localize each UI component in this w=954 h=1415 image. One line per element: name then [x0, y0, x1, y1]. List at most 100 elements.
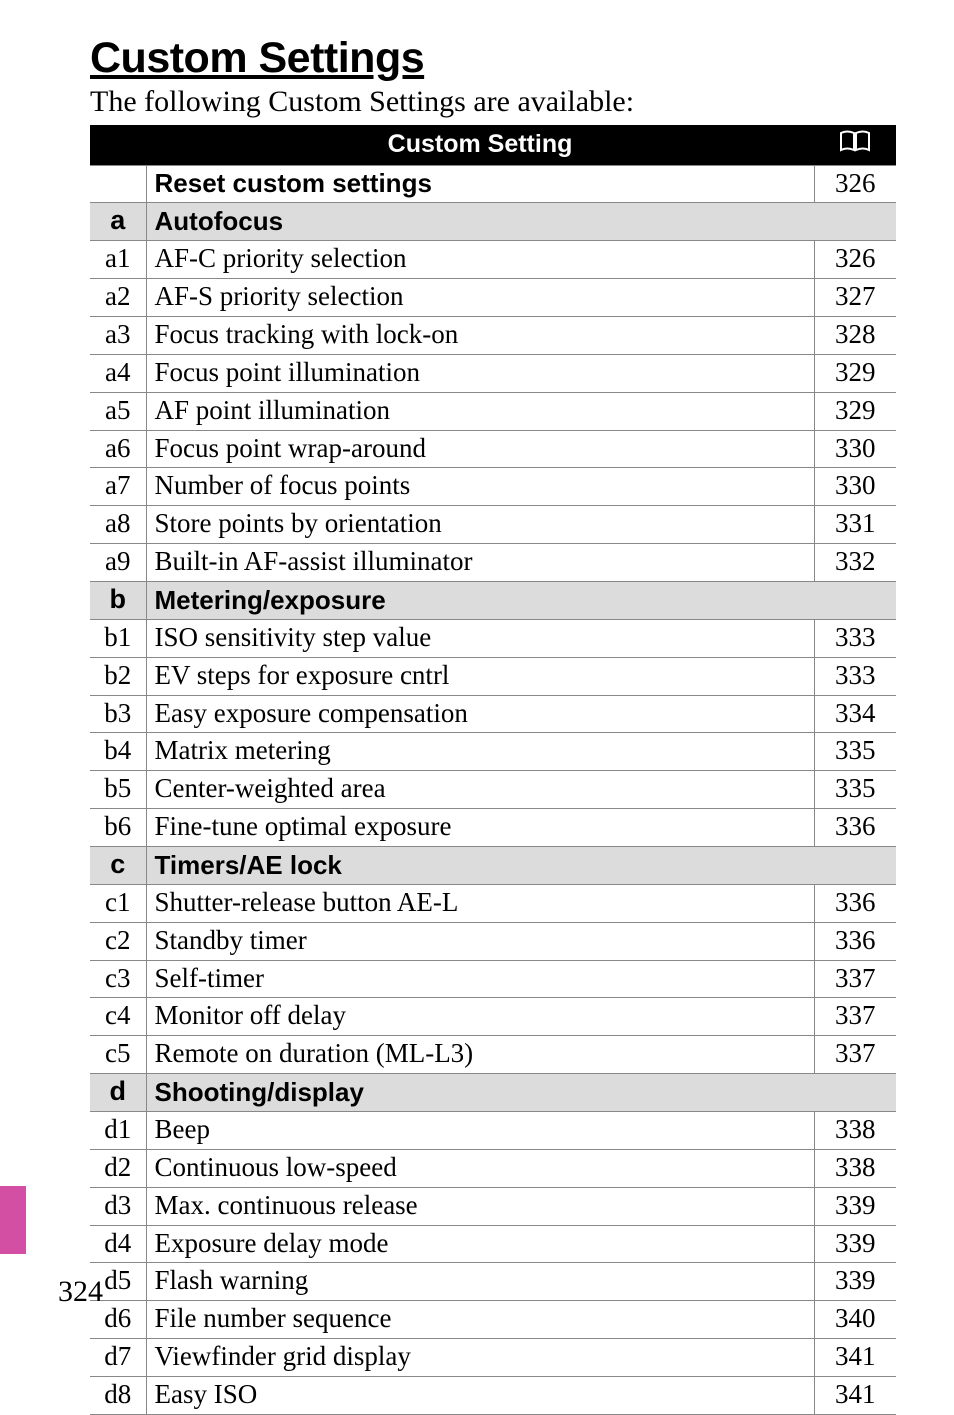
table-row: b2EV steps for exposure cntrl333	[90, 657, 896, 695]
row-label: EV steps for exposure cntrl	[146, 657, 814, 695]
table-row: a1AF-C priority selection326	[90, 241, 896, 279]
table-row: a6Focus point wrap-around330	[90, 430, 896, 468]
section-code: a	[90, 203, 146, 241]
row-label: Monitor off delay	[146, 998, 814, 1036]
reset-page: 326	[814, 165, 896, 203]
table-row: d2Continuous low-speed338	[90, 1149, 896, 1187]
table-row: d7Viewfinder grid display341	[90, 1339, 896, 1377]
row-code: a6	[90, 430, 146, 468]
table-row: c1Shutter-release button AE-L336	[90, 884, 896, 922]
row-page: 341	[814, 1339, 896, 1377]
row-page: 327	[814, 279, 896, 317]
table-row: b4Matrix metering335	[90, 733, 896, 771]
row-page: 336	[814, 809, 896, 847]
row-page: 335	[814, 733, 896, 771]
section-row: cTimers/AE lock	[90, 846, 896, 884]
row-page: 337	[814, 960, 896, 998]
row-page: 333	[814, 619, 896, 657]
table-row: b6Fine-tune optimal exposure336	[90, 809, 896, 847]
row-page: 335	[814, 771, 896, 809]
table-row: a5AF point illumination329	[90, 392, 896, 430]
section-code: c	[90, 846, 146, 884]
table-row: d1Beep338	[90, 1111, 896, 1149]
row-page: 329	[814, 354, 896, 392]
row-page: 330	[814, 468, 896, 506]
section-code: b	[90, 581, 146, 619]
row-label: Easy ISO	[146, 1377, 814, 1415]
row-code: d2	[90, 1149, 146, 1187]
row-page: 329	[814, 392, 896, 430]
row-page: 336	[814, 922, 896, 960]
row-label: Number of focus points	[146, 468, 814, 506]
row-label: ISO sensitivity step value	[146, 619, 814, 657]
settings-table: Custom SettingReset custom settings326aA…	[90, 125, 896, 1415]
row-label: Remote on duration (ML-L3)	[146, 1036, 814, 1074]
row-code: b3	[90, 695, 146, 733]
side-color-tab	[0, 1186, 26, 1254]
table-row: c4Monitor off delay337	[90, 998, 896, 1036]
row-page: 341	[814, 1377, 896, 1415]
header-page-icon	[814, 125, 896, 165]
row-label: Exposure delay mode	[146, 1225, 814, 1263]
row-code: d7	[90, 1339, 146, 1377]
row-label: Flash warning	[146, 1263, 814, 1301]
section-row: aAutofocus	[90, 203, 896, 241]
section-code: d	[90, 1074, 146, 1112]
row-page: 337	[814, 1036, 896, 1074]
row-label: File number sequence	[146, 1301, 814, 1339]
row-code: a2	[90, 279, 146, 317]
row-code: d4	[90, 1225, 146, 1263]
row-label: Standby timer	[146, 922, 814, 960]
section-label: Timers/AE lock	[146, 846, 896, 884]
row-code: d1	[90, 1111, 146, 1149]
page-title: Custom Settings	[90, 34, 896, 83]
page-number: 324	[58, 1275, 103, 1309]
row-code: b6	[90, 809, 146, 847]
row-page: 331	[814, 506, 896, 544]
table-row: a9Built-in AF-assist illuminator332	[90, 544, 896, 582]
row-label: Focus point illumination	[146, 354, 814, 392]
table-row: c3Self-timer337	[90, 960, 896, 998]
table-row: a4Focus point illumination329	[90, 354, 896, 392]
row-code: c4	[90, 998, 146, 1036]
row-label: Max. continuous release	[146, 1187, 814, 1225]
row-code: a8	[90, 506, 146, 544]
row-label: AF-C priority selection	[146, 241, 814, 279]
row-page: 338	[814, 1149, 896, 1187]
table-row: b1ISO sensitivity step value333	[90, 619, 896, 657]
row-label: Easy exposure compensation	[146, 695, 814, 733]
section-row: dShooting/display	[90, 1074, 896, 1112]
row-code: c1	[90, 884, 146, 922]
row-page: 330	[814, 430, 896, 468]
row-code: c2	[90, 922, 146, 960]
reset-label: Reset custom settings	[146, 165, 814, 203]
row-label: Center-weighted area	[146, 771, 814, 809]
row-label: Self-timer	[146, 960, 814, 998]
row-code: b4	[90, 733, 146, 771]
header-label: Custom Setting	[146, 125, 814, 165]
table-row: c5Remote on duration (ML-L3)337	[90, 1036, 896, 1074]
page-ref-icon	[840, 130, 870, 152]
table-row: a7Number of focus points330	[90, 468, 896, 506]
table-row: b5Center-weighted area335	[90, 771, 896, 809]
table-row: d5Flash warning339	[90, 1263, 896, 1301]
row-label: Matrix metering	[146, 733, 814, 771]
row-page: 332	[814, 544, 896, 582]
row-page: 339	[814, 1187, 896, 1225]
row-page: 333	[814, 657, 896, 695]
table-row: a2AF-S priority selection327	[90, 279, 896, 317]
table-row: a8Store points by orientation331	[90, 506, 896, 544]
row-page: 336	[814, 884, 896, 922]
table-row: c2Standby timer336	[90, 922, 896, 960]
row-label: Built-in AF-assist illuminator	[146, 544, 814, 582]
row-code: a7	[90, 468, 146, 506]
row-page: 338	[814, 1111, 896, 1149]
row-label: Store points by orientation	[146, 506, 814, 544]
table-header-row: Custom Setting	[90, 125, 896, 165]
row-code: b5	[90, 771, 146, 809]
row-label: Continuous low-speed	[146, 1149, 814, 1187]
table-row: d4Exposure delay mode339	[90, 1225, 896, 1263]
table-row: d3Max. continuous release339	[90, 1187, 896, 1225]
row-code: d3	[90, 1187, 146, 1225]
row-code: c3	[90, 960, 146, 998]
